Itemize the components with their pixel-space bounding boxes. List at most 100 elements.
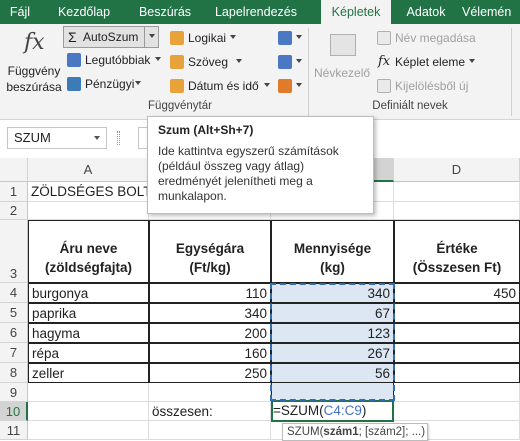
- insert-function-button[interactable]: fx Függvény beszúrása: [4, 26, 61, 98]
- cell-value: burgonya: [32, 286, 89, 301]
- tab-insert[interactable]: Beszúrás: [128, 0, 202, 24]
- hint-args-rest: ; [szám2]; ...): [358, 426, 426, 438]
- chevron-down-icon: [296, 59, 302, 63]
- tooltip-line: (például összeg vagy átlag): [158, 159, 305, 173]
- header-cell[interactable]: Egységára (Ft/kg): [149, 220, 271, 283]
- header-cell[interactable]: Értéke (Összesen Ft): [394, 220, 520, 283]
- row-header[interactable]: 3: [0, 220, 28, 283]
- cell-value: hagyma: [32, 326, 81, 341]
- tab-formulas[interactable]: Képletek: [321, 0, 391, 24]
- cell-item-price[interactable]: 200: [149, 323, 271, 343]
- cell-item-name[interactable]: répa: [28, 343, 149, 363]
- cell-item-price[interactable]: 340: [149, 303, 271, 323]
- create-from-selection-label: Kijelölésből új: [395, 79, 469, 93]
- cell-value: Mennyisége: [293, 241, 372, 256]
- formula-bar-splitter[interactable]: [117, 131, 120, 145]
- grid-cell[interactable]: [394, 182, 520, 202]
- grid-cell[interactable]: [28, 421, 149, 440]
- more-functions-button[interactable]: [278, 76, 302, 96]
- cell-value: 450: [493, 286, 516, 301]
- grid-cell[interactable]: [394, 202, 520, 220]
- row-header[interactable]: 11: [0, 421, 28, 440]
- cell-item-qty[interactable]: 123: [271, 323, 394, 343]
- cell-value: Egységára: [175, 241, 245, 256]
- name-box[interactable]: SZUM: [7, 127, 107, 149]
- use-in-formula-button[interactable]: fx Képlet eleme: [377, 52, 507, 72]
- cell-item-price[interactable]: 160: [149, 343, 271, 363]
- row-header[interactable]: 5: [0, 303, 28, 323]
- cell-item-qty[interactable]: 67: [271, 303, 394, 323]
- cell-value: ZÖLDSÉGES BOLT: [31, 184, 152, 199]
- autosum-tooltip: Szum (Alt+Sh+7) Ide kattintva egyszerű s…: [147, 116, 374, 214]
- fx-small-icon: fx: [378, 54, 391, 69]
- grid-cell[interactable]: [394, 402, 520, 421]
- row-header[interactable]: 9: [0, 383, 28, 402]
- chevron-down-icon[interactable]: [94, 136, 100, 140]
- row-header[interactable]: 2: [0, 202, 28, 220]
- cell-item-price[interactable]: 250: [149, 363, 271, 383]
- financial-button[interactable]: Pénzügyi: [67, 74, 157, 94]
- define-name-label: Név megadása: [395, 31, 476, 45]
- cell-item-qty[interactable]: 340: [271, 283, 394, 303]
- grid-cell[interactable]: [394, 383, 520, 402]
- chevron-down-icon: [296, 83, 302, 87]
- formula-suffix: ): [361, 403, 367, 418]
- tab-data[interactable]: Adatok: [396, 0, 456, 24]
- row-header[interactable]: 8: [0, 363, 28, 383]
- cell-item-name[interactable]: hagyma: [28, 323, 149, 343]
- cell-item-value[interactable]: [394, 303, 520, 323]
- cell-c10-editing[interactable]: =SZUM(C4:C9): [271, 400, 394, 422]
- row-header[interactable]: 10: [0, 402, 28, 421]
- cell-a1[interactable]: ZÖLDSÉGES BOLT: [28, 182, 152, 202]
- column-header-a[interactable]: A: [28, 158, 149, 182]
- cell-item-name[interactable]: paprika: [28, 303, 149, 323]
- recent-button[interactable]: Legutóbbiak: [67, 50, 163, 70]
- datetime-button[interactable]: Dátum és idő: [170, 76, 270, 96]
- cell-value: Áru neve: [59, 241, 118, 256]
- math-button[interactable]: [278, 52, 302, 72]
- group-label-names: Definiált nevek: [372, 100, 448, 112]
- define-name-button[interactable]: Név megadása: [377, 28, 507, 48]
- insert-function-label: Függvény: [7, 64, 61, 78]
- cell-item-value[interactable]: [394, 323, 520, 343]
- cell-item-name[interactable]: burgonya: [28, 283, 149, 303]
- cell-item-qty[interactable]: 267: [271, 343, 394, 363]
- header-cell[interactable]: Áru neve (zöldségfajta): [28, 220, 149, 283]
- chevron-down-icon: [236, 59, 242, 63]
- cell-item-value[interactable]: 450: [394, 283, 520, 303]
- row-header[interactable]: 4: [0, 283, 28, 303]
- financial-label: Pénzügyi: [85, 77, 135, 91]
- cell-item-name[interactable]: zeller: [28, 363, 149, 383]
- cell-b10[interactable]: összesen:: [149, 402, 271, 421]
- header-cell[interactable]: Mennyisége (kg): [271, 220, 394, 283]
- cell-item-value[interactable]: [394, 363, 520, 383]
- autosum-button[interactable]: Σ AutoSzum: [63, 26, 159, 48]
- row-header[interactable]: 1: [0, 182, 28, 202]
- select-all-corner[interactable]: [0, 158, 28, 182]
- grid-cell[interactable]: [28, 402, 149, 421]
- name-box-value: SZUM: [14, 130, 51, 145]
- cell-item-value[interactable]: [394, 343, 520, 363]
- datetime-label: Dátum és idő: [188, 79, 259, 93]
- star-book-icon: [67, 53, 81, 67]
- logical-button[interactable]: Logikai: [170, 28, 250, 48]
- create-from-selection-button[interactable]: Kijelölésből új: [377, 76, 507, 96]
- column-header-d[interactable]: D: [394, 158, 520, 182]
- grid-cell[interactable]: [28, 202, 149, 220]
- grid-cell[interactable]: [149, 421, 271, 440]
- grid-cell[interactable]: [149, 383, 271, 402]
- cell-item-price[interactable]: 110: [149, 283, 271, 303]
- tab-page-layout[interactable]: Lapelrendezés: [204, 0, 308, 24]
- tab-home[interactable]: Kezdőlap: [42, 0, 126, 24]
- tab-file[interactable]: Fájl: [0, 0, 40, 24]
- use-in-formula-label: Képlet eleme: [395, 55, 466, 69]
- lookup-button[interactable]: [278, 28, 302, 48]
- name-manager-button[interactable]: Névkezelő: [314, 28, 370, 98]
- tab-review[interactable]: Vélemén: [462, 0, 520, 24]
- chevron-down-icon[interactable]: [149, 34, 155, 38]
- row-header[interactable]: 6: [0, 323, 28, 343]
- grid-cell[interactable]: [28, 383, 149, 402]
- row-header[interactable]: 7: [0, 343, 28, 363]
- text-button[interactable]: Szöveg: [170, 52, 250, 72]
- cell-item-qty[interactable]: 56: [271, 363, 394, 383]
